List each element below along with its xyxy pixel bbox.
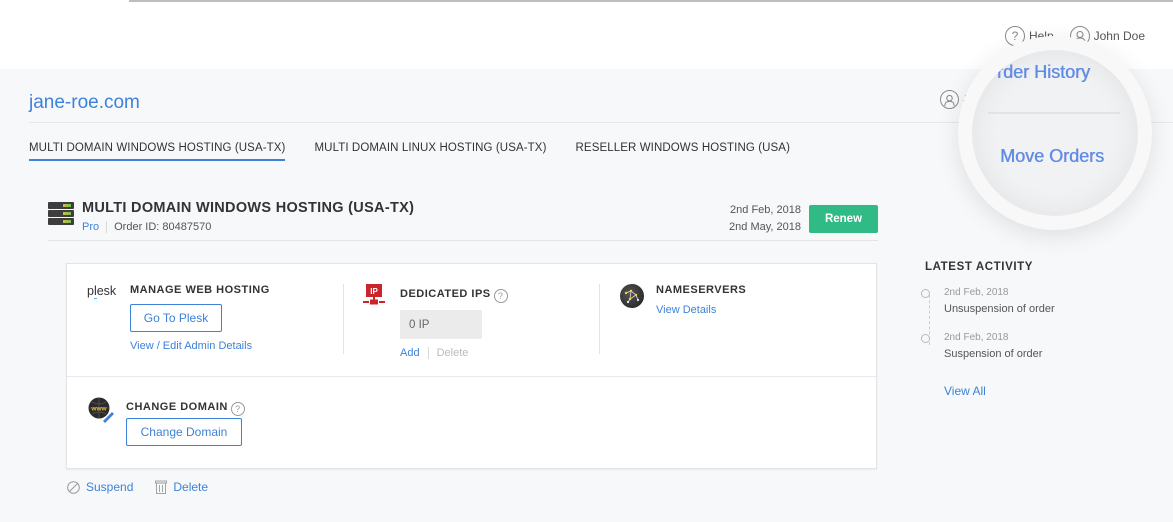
suspend-button[interactable]: Suspend bbox=[67, 480, 133, 494]
order-plan[interactable]: Pro bbox=[82, 221, 99, 233]
renew-button[interactable]: Renew bbox=[809, 205, 878, 233]
change-domain-section: CHANGE DOMAIN ? Change Domain bbox=[126, 397, 245, 446]
section-title: CHANGE DOMAIN ? bbox=[126, 397, 245, 416]
section-title: MANAGE WEB HOSTING bbox=[130, 284, 270, 296]
timeline-dot bbox=[921, 334, 930, 343]
activity-date: 2nd Feb, 2018 bbox=[944, 332, 1009, 343]
dedicated-ips-title: DEDICATED IPS bbox=[400, 287, 491, 300]
move-orders-link[interactable]: Move Orders bbox=[1000, 146, 1104, 167]
suspend-label: Suspend bbox=[86, 480, 134, 494]
separator bbox=[106, 221, 108, 233]
add-ip-link[interactable]: Add bbox=[400, 347, 420, 359]
tab-linux-hosting-usa-tx[interactable]: MULTI DOMAIN LINUX HOSTING (USA-TX) bbox=[314, 142, 546, 161]
help-icon[interactable]: ? bbox=[230, 402, 245, 416]
customer-icon bbox=[940, 90, 959, 109]
tab-windows-hosting-usa-tx[interactable]: MULTI DOMAIN WINDOWS HOSTING (USA-TX) bbox=[29, 142, 286, 161]
order-name: MULTI DOMAIN WINDOWS HOSTING (USA-TX) bbox=[82, 200, 415, 216]
order-start-date: 2nd Feb, 2018 bbox=[730, 204, 801, 216]
latest-activity: LATEST ACTIVITY 2nd Feb, 2018 Unsuspensi… bbox=[921, 261, 1055, 398]
panel-row-services: plesk MANAGE WEB HOSTING Go To Plesk Vie… bbox=[67, 264, 876, 377]
dedicated-ip-icon: IP bbox=[363, 284, 385, 305]
plesk-logo-icon: plesk bbox=[87, 284, 117, 299]
svg-text:IP: IP bbox=[370, 287, 378, 296]
server-icon bbox=[48, 202, 74, 227]
divider bbox=[343, 284, 344, 354]
section-title: DEDICATED IPS ? bbox=[400, 284, 508, 303]
magnifier-callout: rder History Move Orders bbox=[958, 36, 1152, 230]
order-history-link[interactable]: rder History bbox=[997, 62, 1090, 83]
ip-count-field: 0 IP bbox=[400, 310, 482, 339]
delete-ip-link[interactable]: Delete bbox=[437, 347, 469, 359]
order-header: MULTI DOMAIN WINDOWS HOSTING (USA-TX) Pr… bbox=[48, 200, 878, 241]
trash-icon bbox=[155, 480, 168, 494]
view-all-activity-link[interactable]: View All bbox=[944, 384, 986, 398]
order-management-panel: plesk MANAGE WEB HOSTING Go To Plesk Vie… bbox=[66, 263, 877, 469]
nameservers-icon bbox=[620, 284, 644, 308]
activity-item: 2nd Feb, 2018 Suspension of order bbox=[921, 332, 1055, 360]
order-meta: Pro Order ID: 80487570 bbox=[82, 221, 211, 233]
ip-actions: Add Delete bbox=[400, 347, 508, 359]
change-domain-button[interactable]: Change Domain bbox=[126, 418, 242, 446]
divider bbox=[599, 284, 600, 354]
nameservers-title: NAMESERVERS bbox=[656, 284, 747, 296]
activity-date: 2nd Feb, 2018 bbox=[944, 287, 1009, 298]
tab-reseller-windows-hosting-usa[interactable]: RESELLER WINDOWS HOSTING (USA) bbox=[576, 142, 791, 161]
www-domain-icon: www bbox=[88, 397, 114, 423]
view-edit-admin-details-link[interactable]: View / Edit Admin Details bbox=[130, 340, 270, 352]
order-actions: Suspend Delete bbox=[67, 480, 208, 494]
menu-divider bbox=[988, 112, 1120, 114]
manage-web-hosting-section: MANAGE WEB HOSTING Go To Plesk View / Ed… bbox=[130, 284, 270, 352]
activity-text: Unsuspension of order bbox=[944, 303, 1055, 315]
product-tabs: MULTI DOMAIN WINDOWS HOSTING (USA-TX) MU… bbox=[29, 142, 790, 161]
delete-order-button[interactable]: Delete bbox=[155, 480, 208, 494]
user-name: John Doe bbox=[1093, 29, 1145, 43]
view-nameserver-details-link[interactable]: View Details bbox=[656, 304, 746, 316]
activity-item: 2nd Feb, 2018 Unsuspension of order bbox=[921, 287, 1055, 315]
dedicated-ips-section: DEDICATED IPS ? 0 IP Add Delete bbox=[400, 284, 508, 359]
order-dates: 2nd Feb, 2018 2nd May, 2018 bbox=[729, 202, 801, 236]
change-domain-title: CHANGE DOMAIN bbox=[126, 400, 228, 413]
order-id: Order ID: 80487570 bbox=[114, 221, 212, 233]
suspend-icon bbox=[67, 480, 80, 494]
svg-text:www: www bbox=[90, 406, 107, 413]
go-to-plesk-button[interactable]: Go To Plesk bbox=[130, 304, 222, 332]
activity-timeline: 2nd Feb, 2018 Unsuspension of order 2nd … bbox=[921, 287, 1055, 360]
activity-text: Suspension of order bbox=[944, 348, 1043, 360]
activity-title: LATEST ACTIVITY bbox=[925, 261, 1034, 273]
order-end-date: 2nd May, 2018 bbox=[729, 221, 801, 233]
separator bbox=[427, 347, 429, 359]
timeline-dot bbox=[921, 289, 930, 298]
delete-label: Delete bbox=[173, 480, 209, 494]
nameservers-section: NAMESERVERS View Details bbox=[656, 284, 746, 316]
help-icon[interactable]: ? bbox=[493, 289, 508, 303]
page-title: jane-roe.com bbox=[29, 92, 140, 113]
